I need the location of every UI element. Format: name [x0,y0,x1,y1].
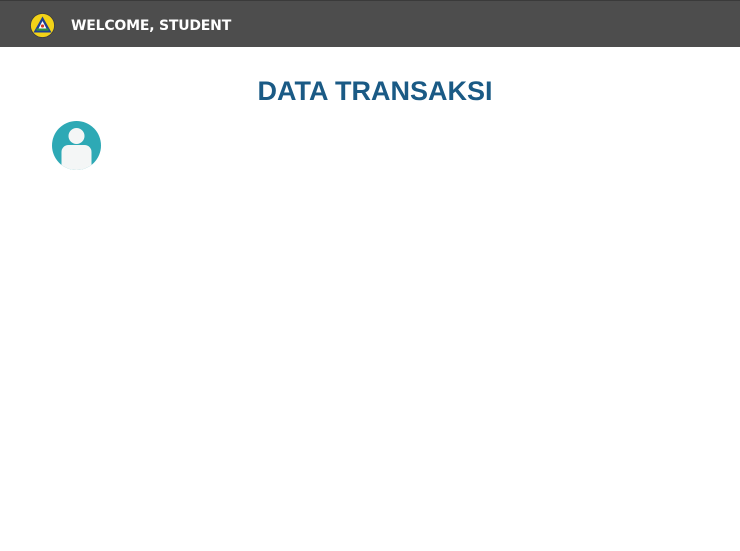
welcome-label: WELCOME, STUDENT [71,18,232,34]
top-navigation-bar: WELCOME, STUDENT [0,0,740,47]
page-title: DATA TRANSAKSI [257,76,493,106]
user-avatar-icon[interactable] [52,121,101,170]
app-logo-icon[interactable] [30,13,55,38]
